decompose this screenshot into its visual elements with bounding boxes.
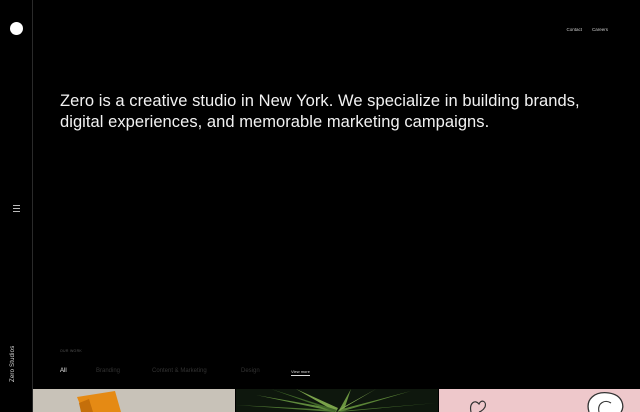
nav-link-contact[interactable]: Contact: [566, 27, 582, 32]
thumbnail-3-art: [439, 389, 640, 412]
work-thumbnail-2[interactable]: [236, 389, 438, 412]
work-thumbnails: [33, 389, 640, 412]
work-thumbnail-1[interactable]: [33, 389, 235, 412]
page: Zero Studios Contact Careers Zero is a c…: [0, 0, 640, 412]
hamburger-menu-icon[interactable]: [13, 205, 21, 212]
brand-name-vertical: Zero Studios: [10, 345, 16, 382]
thumbnail-1-art: [33, 389, 235, 412]
work-section-label: OUR WORK: [60, 349, 83, 353]
filter-tab-branding[interactable]: Branding: [96, 368, 120, 374]
filter-tab-design[interactable]: Design: [241, 368, 260, 374]
work-thumbnail-3[interactable]: [439, 389, 640, 412]
work-filter-tabs: All Branding Content & Marketing Design …: [60, 368, 340, 380]
thumbnail-2-art: [236, 389, 438, 412]
side-rail: Zero Studios: [0, 0, 33, 412]
filter-tab-content-marketing[interactable]: Content & Marketing: [152, 368, 207, 374]
top-nav: Contact Careers: [566, 27, 608, 32]
filter-tab-all[interactable]: All: [60, 368, 67, 374]
hero-statement: Zero is a creative studio in New York. W…: [60, 92, 580, 131]
circle-logo-icon[interactable]: [10, 22, 23, 35]
nav-link-careers[interactable]: Careers: [592, 27, 608, 32]
view-more-link[interactable]: View more: [291, 369, 310, 376]
